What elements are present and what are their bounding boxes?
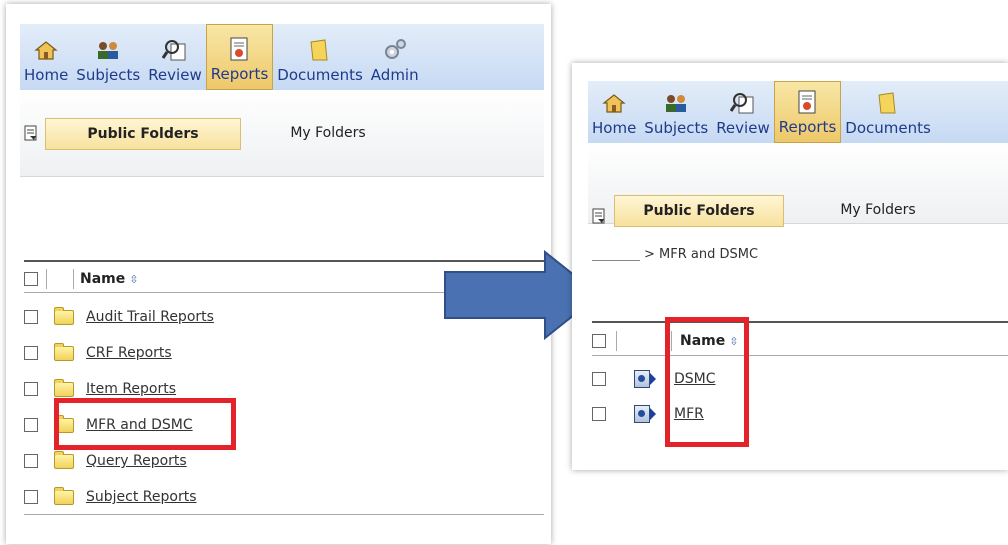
folder-link[interactable]: Audit Trail Reports (86, 309, 214, 325)
nav-subjects-label: Subjects (644, 119, 709, 137)
folder-link[interactable]: Item Reports (86, 381, 176, 397)
nav-review-label: Review (148, 66, 202, 84)
nav-reports[interactable]: Reports (773, 81, 842, 143)
select-all-checkbox[interactable] (24, 272, 38, 286)
gear-icon (382, 38, 408, 62)
nav-documents-label: Documents (277, 66, 363, 84)
row-checkbox[interactable] (24, 310, 38, 324)
nav-review[interactable]: Review (712, 81, 774, 143)
tab-my-folders[interactable]: My Folders (268, 118, 388, 148)
reports-icon (794, 90, 820, 114)
folder-icon (54, 486, 74, 505)
folder-icon (54, 342, 74, 361)
list-item: Audit Trail Reports (24, 304, 214, 330)
select-all-checkbox[interactable] (592, 334, 606, 348)
expand-arrow-icon[interactable] (650, 373, 656, 385)
report-icon (634, 370, 650, 388)
subjects-icon (663, 91, 689, 115)
list-item: CRF Reports (24, 340, 172, 366)
reports-icon (226, 37, 252, 61)
nav-home-label: Home (24, 66, 69, 84)
tab-public-folders[interactable]: Public Folders (45, 118, 241, 150)
column-separator (46, 269, 47, 289)
table-header: Name ⇳ (24, 266, 138, 292)
folder-link[interactable]: Subject Reports (86, 489, 197, 505)
folder-icon (54, 378, 74, 397)
nav-review-label: Review (716, 119, 770, 137)
breadcrumb-root-link[interactable] (592, 260, 640, 261)
expand-arrow-icon[interactable] (650, 408, 656, 420)
list-item: Query Reports (24, 448, 187, 474)
row-checkbox[interactable] (592, 372, 606, 386)
nav-review[interactable]: Review (144, 24, 206, 90)
column-separator (616, 331, 617, 351)
subjects-icon (95, 38, 121, 62)
folder-link[interactable]: Query Reports (86, 453, 187, 469)
row-checkbox[interactable] (592, 407, 606, 421)
sort-icon[interactable]: ⇳ (129, 273, 138, 286)
nav-home[interactable]: Home (588, 81, 640, 143)
breadcrumb: > MFR and DSMC (644, 247, 759, 262)
table-top-divider (592, 321, 1008, 323)
nav-subjects[interactable]: Subjects (72, 24, 144, 90)
nav-reports[interactable]: Reports (205, 24, 274, 90)
top-nav-bar: Home Subjects Review Reports Documents (20, 24, 544, 90)
nav-subjects[interactable]: Subjects (640, 81, 712, 143)
nav-home-label: Home (592, 119, 637, 137)
nav-admin-label: Admin (370, 66, 419, 84)
new-folder-icon[interactable] (24, 124, 38, 142)
report-icon (634, 405, 650, 423)
folder-toolbar: Public Folders My Folders (20, 90, 544, 177)
row-checkbox[interactable] (24, 346, 38, 360)
highlight-box (54, 398, 236, 450)
right-screenshot-panel: Home Subjects Review Reports Documents P… (572, 63, 1008, 470)
nav-documents[interactable]: Documents (273, 24, 367, 90)
tab-my-folders[interactable]: My Folders (822, 195, 934, 225)
top-nav-bar: Home Subjects Review Reports Documents (588, 81, 1008, 143)
nav-subjects-label: Subjects (76, 66, 141, 84)
header-divider (592, 355, 1008, 356)
new-folder-icon[interactable] (592, 207, 606, 225)
highlight-box (665, 317, 749, 447)
row-checkbox[interactable] (24, 382, 38, 396)
review-icon (729, 91, 756, 115)
list-item: Subject Reports (24, 484, 197, 510)
nav-admin[interactable]: Admin (367, 24, 423, 90)
column-separator (73, 269, 74, 289)
nav-documents[interactable]: Documents (841, 81, 935, 143)
nav-documents-label: Documents (845, 119, 931, 137)
home-icon (33, 38, 59, 62)
row-checkbox[interactable] (24, 454, 38, 468)
row-checkbox[interactable] (24, 418, 38, 432)
nav-home[interactable]: Home (20, 24, 72, 90)
row-checkbox[interactable] (24, 490, 38, 504)
home-icon (601, 91, 627, 115)
tab-public-folders[interactable]: Public Folders (614, 195, 784, 227)
table-bottom-divider (24, 514, 544, 515)
documents-icon (875, 91, 901, 115)
folder-icon (54, 450, 74, 469)
name-column-header[interactable]: Name (80, 271, 125, 287)
documents-icon (307, 38, 333, 62)
review-icon (161, 38, 188, 62)
nav-reports-label: Reports (778, 118, 837, 136)
folder-link[interactable]: CRF Reports (86, 345, 172, 361)
folder-icon (54, 306, 74, 325)
nav-reports-label: Reports (210, 65, 269, 83)
